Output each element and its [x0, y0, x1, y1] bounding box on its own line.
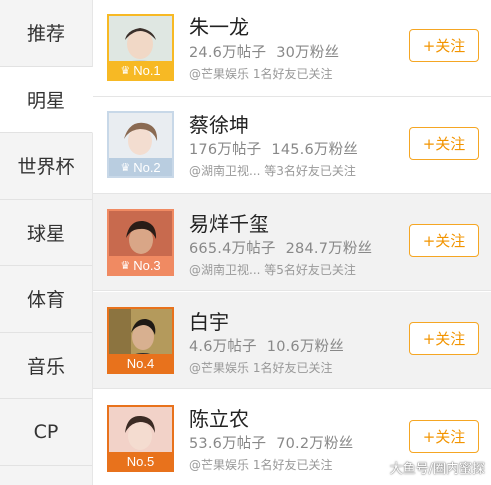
post-count: 176万帖子	[189, 142, 262, 158]
friends-followed: @芒果娱乐 1名好友已关注	[189, 361, 333, 375]
avatar[interactable]: No.5	[107, 405, 174, 472]
star-list: ♛ No.1 朱一龙 24.6万帖子 30万粉丝 @芒果娱乐 1名好友已关注 +关注…	[93, 0, 491, 485]
list-item[interactable]: ♛ No.1 朱一龙 24.6万帖子 30万粉丝 @芒果娱乐 1名好友已关注 +关注	[93, 0, 491, 97]
crown-icon: ♛	[120, 64, 131, 77]
follow-button[interactable]: +关注	[409, 322, 479, 355]
star-stats: 665.4万帖子 284.7万粉丝	[189, 237, 372, 258]
friends-followed: @芒果娱乐 1名好友已关注	[189, 458, 333, 472]
follow-button[interactable]: +关注	[409, 224, 479, 257]
star-stats: 176万帖子 145.6万粉丝	[189, 138, 358, 159]
sidebar-item-stars[interactable]: 明星	[0, 66, 93, 133]
star-stats: 24.6万帖子 30万粉丝	[189, 41, 339, 62]
friends-followed: @湖南卫视... 等3名好友已关注	[189, 164, 356, 178]
rank-badge: No.5	[109, 452, 172, 470]
star-name[interactable]: 陈立农	[189, 403, 249, 432]
post-count: 4.6万帖子	[189, 339, 257, 355]
sidebar-item-sports[interactable]: 体育	[0, 266, 92, 333]
fan-count: 30万粉丝	[276, 45, 340, 61]
fan-count: 284.7万粉丝	[285, 241, 373, 257]
avatar[interactable]: ♛ No.3	[107, 209, 174, 276]
avatar[interactable]: ♛ No.1	[107, 14, 174, 81]
crown-icon: ♛	[120, 259, 131, 272]
friends-followed: @湖南卫视... 等5名好友已关注	[189, 263, 356, 277]
category-sidebar: 推荐 明星 世界杯 球星 体育 音乐 CP	[0, 0, 93, 485]
avatar[interactable]: ♛ No.2	[107, 111, 174, 178]
star-name[interactable]: 蔡徐坤	[189, 109, 249, 138]
star-name[interactable]: 易烊千玺	[189, 208, 269, 237]
sidebar-item-ball-stars[interactable]: 球星	[0, 200, 92, 266]
follow-button[interactable]: +关注	[409, 127, 479, 160]
star-name[interactable]: 朱一龙	[189, 11, 249, 40]
fan-count: 145.6万粉丝	[271, 142, 359, 158]
star-name[interactable]: 白宇	[189, 306, 229, 335]
rank-badge: ♛ No.1	[109, 61, 172, 79]
follow-button[interactable]: +关注	[409, 29, 479, 62]
rank-badge: No.4	[109, 354, 172, 372]
crown-icon: ♛	[120, 161, 131, 174]
fan-count: 70.2万粉丝	[276, 436, 354, 452]
rank-badge: ♛ No.3	[109, 256, 172, 274]
sidebar-item-music[interactable]: 音乐	[0, 333, 92, 399]
sidebar-item-world-cup[interactable]: 世界杯	[0, 133, 92, 200]
post-count: 53.6万帖子	[189, 436, 267, 452]
list-item[interactable]: ♛ No.2 蔡徐坤 176万帖子 145.6万粉丝 @湖南卫视... 等3名好友已…	[93, 97, 491, 194]
follow-button[interactable]: +关注	[409, 420, 479, 453]
fan-count: 10.6万粉丝	[266, 339, 344, 355]
list-item[interactable]: ♛ No.3 易烊千玺 665.4万帖子 284.7万粉丝 @湖南卫视... 等5名…	[93, 194, 491, 291]
post-count: 24.6万帖子	[189, 45, 267, 61]
star-stats: 53.6万帖子 70.2万粉丝	[189, 432, 353, 453]
post-count: 665.4万帖子	[189, 241, 276, 257]
sidebar-item-cp[interactable]: CP	[0, 399, 92, 466]
list-item[interactable]: No.4 白宇 4.6万帖子 10.6万粉丝 @芒果娱乐 1名好友已关注 +关注	[93, 292, 491, 389]
sidebar-item-recommend[interactable]: 推荐	[0, 0, 92, 67]
avatar[interactable]: No.4	[107, 307, 174, 374]
rank-badge: ♛ No.2	[109, 158, 172, 176]
watermark: 大鱼号/圈内蜜探	[389, 462, 485, 477]
star-stats: 4.6万帖子 10.6万粉丝	[189, 335, 344, 356]
friends-followed: @芒果娱乐 1名好友已关注	[189, 67, 333, 81]
